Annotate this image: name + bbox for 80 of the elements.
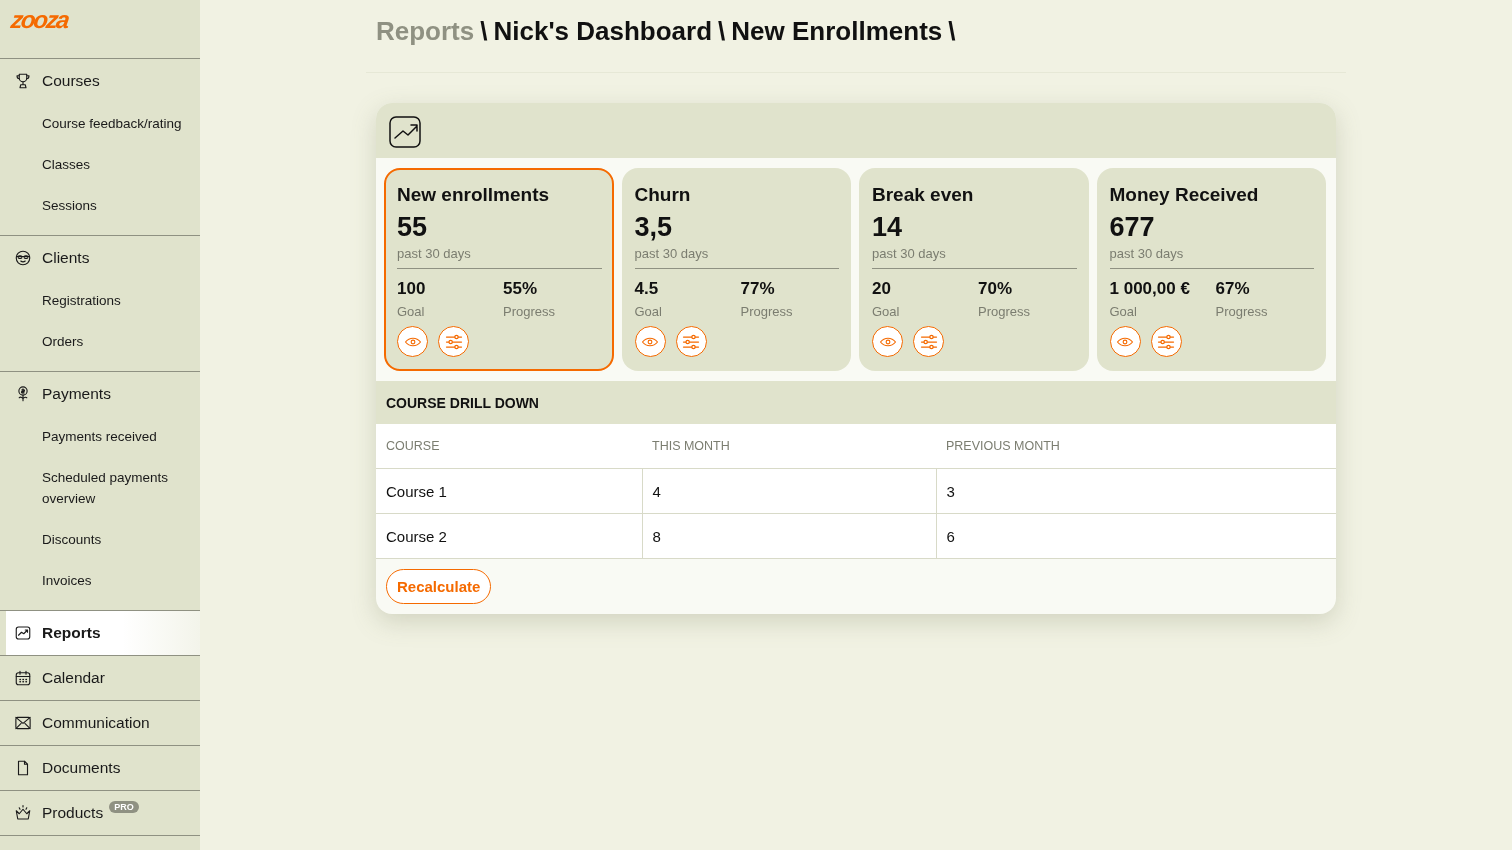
settings-button[interactable] <box>675 326 707 357</box>
progress-label: Progress <box>740 303 794 321</box>
progress-value: 67% <box>1215 278 1251 300</box>
face-with-glasses-icon <box>14 249 32 267</box>
nav-subitem[interactable]: Payments received <box>0 416 200 457</box>
goal-value: 1 000,00 € <box>1109 278 1191 300</box>
metric-period: past 30 days <box>634 246 839 269</box>
metric-card[interactable]: New enrollments 55 past 30 days 100 55% Goal Progress <box>384 168 614 371</box>
settings-button[interactable] <box>913 326 944 357</box>
goal-label: Goal <box>634 303 663 321</box>
table-cell: Course 2 <box>376 513 642 559</box>
nav-item[interactable]: Calendar <box>0 656 200 700</box>
nav-item[interactable]: Communication <box>0 701 200 745</box>
settings-button[interactable] <box>1150 326 1182 357</box>
settings-button[interactable] <box>438 326 469 357</box>
nav-subitem[interactable]: Invoices <box>0 560 200 601</box>
nav-item[interactable]: Payments <box>0 372 200 416</box>
metric-period: past 30 days <box>872 246 1077 269</box>
column-header: COURSE <box>376 424 642 469</box>
goal-label: Goal <box>872 303 901 321</box>
breadcrumb-item: New Enrollments <box>731 15 943 47</box>
table-cell: 8 <box>642 513 936 559</box>
nav-subitem[interactable]: Sessions <box>0 185 200 226</box>
goal-label: Goal <box>1109 303 1138 321</box>
chart-icon <box>14 624 32 642</box>
metric-card[interactable]: Churn 3,5 past 30 days 4.5 77% Goal Progress <box>621 168 851 371</box>
metric-value: 14 <box>872 211 904 244</box>
nav-item[interactable]: Courses <box>0 59 200 103</box>
metric-value: 677 <box>1109 211 1156 244</box>
view-button[interactable] <box>1109 326 1141 357</box>
metric-card[interactable]: Break even 14 past 30 days 20 70% Goal Progress <box>859 168 1089 371</box>
nav-item[interactable]: Reports <box>6 611 200 655</box>
view-button[interactable] <box>634 326 666 357</box>
nav-item[interactable]: Products PRO <box>0 791 200 835</box>
metric-title: Churn <box>634 183 692 207</box>
view-button[interactable] <box>872 326 903 357</box>
nav-item[interactable]: Documents <box>0 746 200 790</box>
nav-subitem[interactable]: Classes <box>0 144 200 185</box>
section-heading: COURSE DRILL DOWN <box>376 381 1336 424</box>
chart-icon <box>387 114 423 150</box>
pro-badge: PRO <box>109 801 139 813</box>
breadcrumb-item: Nick's Dashboard <box>493 15 713 47</box>
table-cell: 3 <box>936 468 1336 514</box>
nav-subitem[interactable]: Discounts <box>0 519 200 560</box>
progress-value: 70% <box>978 278 1014 300</box>
nav-subitem[interactable]: Scheduled payments overview <box>0 457 200 519</box>
metric-card[interactable]: Money Received 677 past 30 days 1 000,00 € 67% Goal Progress <box>1096 168 1326 371</box>
metric-period: past 30 days <box>397 246 602 269</box>
goal-label: Goal <box>397 303 426 321</box>
progress-label: Progress <box>978 303 1032 321</box>
metric-period: past 30 days <box>1109 246 1314 269</box>
column-header: THIS MONTH <box>642 424 936 469</box>
trophy-icon <box>14 72 32 90</box>
breadcrumb-separator: \ <box>480 15 488 47</box>
progress-label: Progress <box>1215 303 1269 321</box>
nav-subitem[interactable]: Orders <box>0 321 200 362</box>
metric-title: Money Received <box>1109 183 1260 207</box>
nav-subitem[interactable]: Registrations <box>0 280 200 321</box>
progress-label: Progress <box>503 303 557 321</box>
breadcrumb-separator: \ <box>718 15 726 47</box>
crown-icon <box>14 804 32 822</box>
progress-value: 55% <box>503 278 539 300</box>
metric-value: 55 <box>397 211 429 244</box>
table-cell: 4 <box>642 468 936 514</box>
metric-title: Break even <box>872 183 975 207</box>
table-cell: Course 1 <box>376 468 642 514</box>
goal-value: 4.5 <box>634 278 660 300</box>
view-button[interactable] <box>397 326 428 357</box>
metric-value: 3,5 <box>634 211 674 244</box>
column-header: PREVIOUS MONTH <box>936 424 1336 469</box>
breadcrumb-separator: \ <box>948 15 956 47</box>
nav-subitem[interactable]: Course feedback/rating <box>0 103 200 144</box>
goal-value: 100 <box>397 278 427 300</box>
envelope-icon <box>14 714 32 732</box>
table-cell: 6 <box>936 513 1336 559</box>
metric-title: New enrollments <box>397 183 551 207</box>
calendar-icon <box>14 669 32 687</box>
goal-value: 20 <box>872 278 892 300</box>
progress-value: 77% <box>740 278 776 300</box>
nav-item[interactable]: Clients <box>0 236 200 280</box>
